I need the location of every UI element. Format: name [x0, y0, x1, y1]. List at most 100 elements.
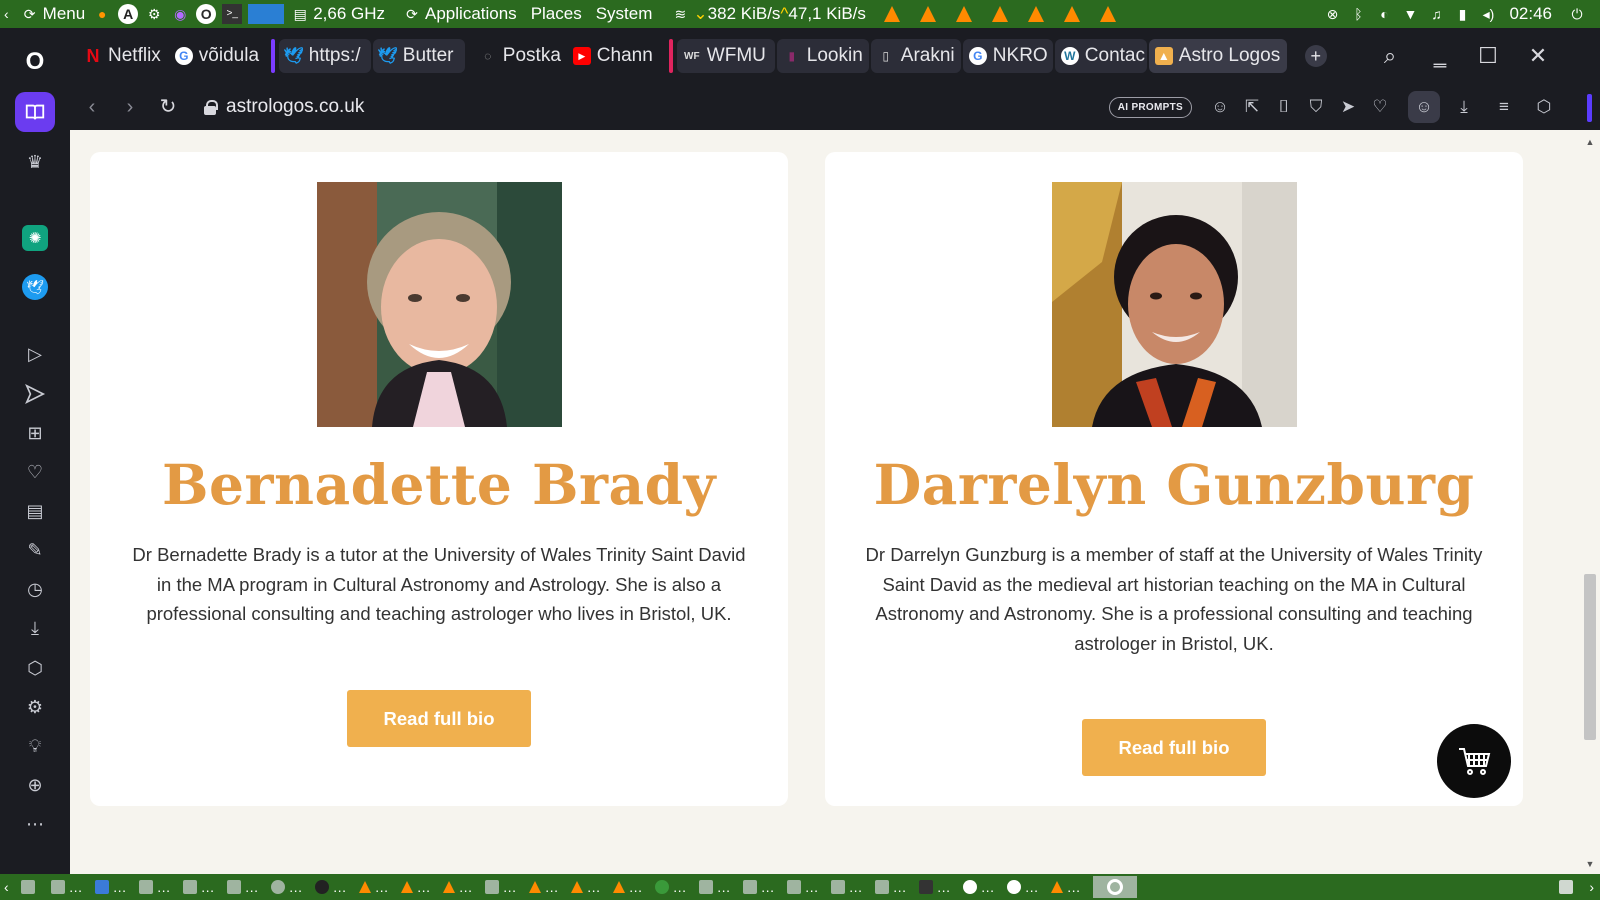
tab[interactable]: ▯ Arakni — [870, 39, 961, 73]
tab[interactable]: N Netflix — [78, 39, 167, 73]
taskbar-scroll-right[interactable]: › — [1589, 876, 1594, 898]
tab-active[interactable]: ▲ Astro Logos — [1148, 39, 1287, 73]
download-icon[interactable]: ⤓ — [15, 608, 55, 648]
tab[interactable]: WF WFMU — [676, 39, 775, 73]
news-icon[interactable]: ▤ — [15, 491, 55, 531]
send-icon[interactable] — [15, 374, 55, 414]
easy-setup-icon[interactable]: ≡ — [1488, 91, 1520, 123]
add-panel-icon[interactable]: ⊕ — [15, 765, 55, 805]
sidebar-toggle[interactable] — [1587, 94, 1592, 122]
xbox-icon[interactable]: ⊗ — [1322, 4, 1342, 24]
maximize-icon[interactable]: ☐ — [1470, 38, 1506, 74]
update-icon[interactable]: ◐ — [1374, 4, 1394, 24]
taskbar-window[interactable]: … — [442, 876, 473, 898]
more-icon[interactable]: ⋯ — [15, 804, 55, 844]
vlc-icon[interactable] — [991, 6, 1008, 22]
tor-icon[interactable]: ◉ — [170, 4, 190, 24]
settings-cog-icon[interactable]: ⚙ — [144, 4, 164, 24]
vlc-icon[interactable] — [1099, 6, 1116, 22]
taskbar-window[interactable]: … — [226, 876, 259, 898]
extensions-cube-icon[interactable]: ⬡ — [1528, 91, 1560, 123]
page-scrollbar[interactable]: ▲ ▼ — [1580, 130, 1600, 874]
vlc-icon[interactable] — [919, 6, 936, 22]
vlc-icon[interactable] — [883, 6, 900, 22]
tab[interactable]: ◌ Postka — [473, 39, 565, 73]
taskbar-window[interactable]: … — [270, 876, 303, 898]
taskbar-window[interactable]: … — [786, 876, 819, 898]
tab[interactable]: ▮ Lookin — [776, 39, 869, 73]
camera-icon[interactable]: ⌷ — [1268, 91, 1300, 123]
search-tabs-icon[interactable]: ⌕ — [1372, 38, 1408, 74]
vlc-icon[interactable] — [1063, 6, 1080, 22]
taskbar-window[interactable]: … — [742, 876, 775, 898]
taskbar-window[interactable]: … — [654, 876, 687, 898]
forward-icon[interactable]: › — [114, 91, 146, 123]
trash-icon[interactable] — [1559, 876, 1577, 898]
taskbar-window[interactable]: … — [138, 876, 171, 898]
taskbar-window[interactable]: … — [874, 876, 907, 898]
scroll-down-icon[interactable]: ▼ — [1584, 858, 1596, 870]
minimize-icon[interactable]: ‗ — [1422, 38, 1458, 74]
firefox-icon[interactable]: ● — [92, 4, 112, 24]
read-full-bio-button[interactable]: Read full bio — [1082, 719, 1266, 776]
taskbar-window[interactable]: … — [962, 876, 995, 898]
back-icon[interactable]: ‹ — [76, 91, 108, 123]
share-icon[interactable]: ⇱ — [1236, 91, 1268, 123]
apps-grid-icon[interactable]: ⊞ — [15, 413, 55, 453]
read-full-bio-button[interactable]: Read full bio — [347, 690, 531, 747]
heart-icon[interactable]: ♡ — [15, 452, 55, 492]
clock[interactable]: 02:46 — [1509, 4, 1552, 24]
chatgpt-icon[interactable]: ✺ — [15, 218, 55, 258]
send-icon[interactable]: ➤ — [1332, 91, 1364, 123]
emoji-icon[interactable]: ☺ — [1204, 91, 1236, 123]
tab[interactable]: 🕊 Butter — [372, 39, 465, 73]
power-icon[interactable]: ⏻ — [1567, 4, 1587, 24]
close-icon[interactable]: ✕ — [1520, 38, 1556, 74]
player-icon[interactable]: ▷ — [15, 334, 55, 374]
tab[interactable]: 🕊 https:/ — [278, 39, 371, 73]
ai-prompts-button[interactable]: AI PROMPTS — [1108, 96, 1192, 118]
scroll-thumb[interactable] — [1584, 574, 1596, 740]
taskbar-window[interactable]: … — [358, 876, 389, 898]
system-menu[interactable]: System — [592, 0, 657, 28]
history-icon[interactable]: ◷ — [15, 569, 55, 609]
taskbar-window[interactable]: … — [314, 876, 347, 898]
download-icon[interactable]: ⤓ — [1448, 91, 1480, 123]
taskbar-window[interactable]: … — [830, 876, 863, 898]
profile-icon[interactable]: ☺ — [1408, 91, 1440, 123]
url-field[interactable]: astrologos.co.uk — [226, 96, 364, 118]
bluetooth-icon[interactable]: ᛒ — [1348, 4, 1368, 24]
notification-icon[interactable]: ♫ — [1426, 4, 1446, 24]
reload-icon[interactable]: ↻ — [152, 91, 184, 123]
volume-icon[interactable]: ◂) — [1478, 4, 1498, 24]
font-icon[interactable]: A — [118, 4, 139, 24]
taskbar-window-active[interactable] — [1092, 876, 1137, 898]
shield-icon[interactable]: ⛉ — [1300, 91, 1332, 123]
applications-menu[interactable]: ⟳ Applications — [395, 0, 521, 28]
taskbar-window[interactable]: … — [698, 876, 731, 898]
taskbar-window[interactable]: … — [1050, 876, 1081, 898]
lock-icon[interactable] — [204, 100, 218, 115]
taskbar-window[interactable]: … — [570, 876, 601, 898]
settings-icon[interactable]: ⚙ — [15, 687, 55, 727]
panel-scroll-left[interactable]: ‹ — [0, 0, 13, 28]
workspace-book-icon[interactable] — [15, 92, 55, 132]
terminal-icon[interactable]: >_ — [222, 4, 243, 24]
menu-button[interactable]: ⟳ Menu — [13, 0, 90, 28]
battery-icon[interactable]: ▮ — [1452, 4, 1472, 24]
taskbar-window[interactable]: … — [94, 876, 127, 898]
taskbar-window[interactable]: … — [484, 876, 517, 898]
taskbar-window[interactable]: … — [400, 876, 431, 898]
opera-logo-icon[interactable]: O — [15, 42, 55, 82]
heart-icon[interactable]: ♡ — [1364, 91, 1396, 123]
taskbar-window[interactable]: … — [918, 876, 951, 898]
vlc-icon[interactable] — [955, 6, 972, 22]
lightbulb-icon[interactable]: 💡︎ — [15, 726, 55, 766]
tab[interactable]: G võidula — [169, 39, 261, 73]
taskbar-scroll-left[interactable]: ‹ — [4, 876, 9, 898]
taskbar-window[interactable]: … — [182, 876, 215, 898]
cart-button[interactable] — [1437, 724, 1511, 798]
tab[interactable]: G NKRO — [962, 39, 1053, 73]
opera-icon[interactable]: O — [196, 4, 217, 24]
workspace-icon[interactable] — [248, 4, 285, 24]
